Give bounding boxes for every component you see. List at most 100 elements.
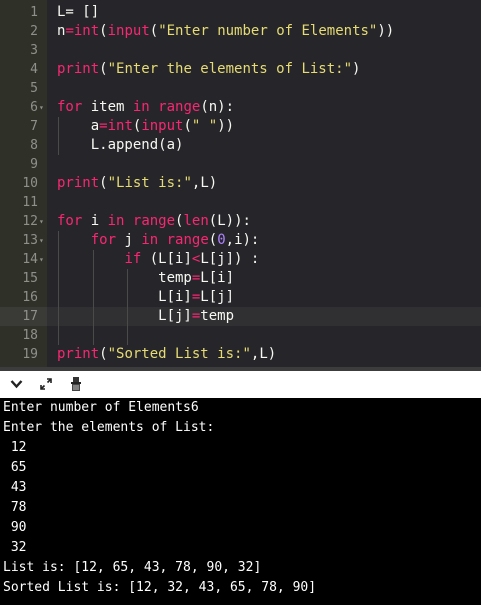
code-text: if (L[i]<L[j]) : — [57, 250, 259, 269]
code-token: item — [82, 99, 133, 115]
line-number: 12 — [22, 214, 38, 229]
line-number: 13 — [22, 233, 38, 248]
code-token: ( — [183, 118, 192, 134]
code-token: )) — [217, 118, 235, 134]
console-line: 65 — [3, 460, 27, 475]
code-token: " " — [191, 118, 218, 134]
line-number: 7 — [30, 119, 38, 134]
code-line[interactable]: 6 ▾ for item in range(n): — [0, 98, 481, 117]
code-token: "List is:" — [107, 175, 192, 191]
code-line[interactable]: 12 ▾ for i in range(len(L)): — [0, 212, 481, 231]
code-text: for i in range(len(L)): — [57, 212, 251, 231]
code-token: (L[i] — [141, 251, 192, 267]
code-text: print("Sorted List is:",L) — [57, 345, 276, 364]
code-text: for item in range(n): — [57, 98, 234, 117]
code-token: = — [99, 118, 108, 134]
code-token: temp — [200, 308, 235, 324]
code-text: print("Enter the elements of List:") — [57, 60, 360, 79]
code-text: L.append(a) — [57, 136, 184, 155]
code-text: n=int(input("Enter number of Elements")) — [57, 22, 394, 41]
code-token: print — [57, 346, 100, 362]
code-token: (L)): — [208, 213, 251, 229]
code-line[interactable]: 13 ▾ for j in range(0,i): — [0, 231, 481, 250]
code-token: ( — [99, 23, 108, 39]
line-number: 2 — [30, 24, 38, 39]
code-line[interactable]: 10 print("List is:",L) — [0, 174, 481, 193]
line-number: 1 — [30, 5, 38, 20]
code-text: L[i]=L[j] — [57, 288, 234, 307]
fold-arrow-icon[interactable]: ▾ — [39, 231, 47, 250]
code-token: in — [141, 232, 159, 248]
line-number: 4 — [30, 62, 38, 77]
code-line[interactable]: 8 L.append(a) — [0, 136, 481, 155]
line-number: 17 — [22, 309, 38, 324]
code-token: print — [57, 61, 100, 77]
console-line: Sorted List is: [12, 32, 43, 65, 78, 90] — [3, 580, 317, 595]
code-token: ,i): — [225, 232, 260, 248]
indent-guide — [58, 117, 59, 155]
code-token: in — [107, 213, 125, 229]
line-number: 8 — [30, 138, 38, 153]
code-token: "Sorted List is:" — [107, 346, 251, 362]
code-token: in — [132, 99, 150, 115]
console-line: List is: [12, 65, 43, 78, 90, 32] — [3, 560, 262, 575]
code-editor[interactable]: 1 L= [] 2 n=int(input("Enter number of Elem… — [0, 0, 481, 371]
code-token: input — [141, 118, 184, 134]
line-number: 19 — [22, 347, 38, 362]
code-token: ,L) — [250, 346, 277, 362]
code-token: L.append(a) — [57, 137, 184, 153]
code-token: (n): — [200, 99, 235, 115]
fold-arrow-icon[interactable]: ▾ — [39, 212, 47, 231]
code-line[interactable]: 17 L[j]=temp — [0, 307, 481, 326]
line-number: 14 — [22, 252, 38, 267]
code-line[interactable]: 4 print("Enter the elements of List:") — [0, 60, 481, 79]
code-line[interactable]: 11 — [0, 193, 481, 212]
code-line[interactable]: 3 — [0, 41, 481, 60]
code-token: len — [183, 213, 209, 229]
code-text: a=int(input(" ")) — [57, 117, 234, 136]
line-number: 6 — [30, 100, 38, 115]
line-number: 18 — [22, 328, 38, 343]
clear-console-icon[interactable] — [67, 371, 85, 397]
chevron-down-icon[interactable] — [8, 371, 24, 397]
code-line[interactable]: 7 a=int(input(" ")) — [0, 117, 481, 136]
line-number: 5 — [30, 81, 38, 96]
code-line[interactable]: 16 L[i]=L[j] — [0, 288, 481, 307]
expand-icon[interactable] — [37, 371, 55, 397]
code-line[interactable]: 9 — [0, 155, 481, 174]
fold-arrow-icon[interactable]: ▾ — [39, 98, 47, 117]
code-token: for — [57, 213, 83, 229]
console-toolbar — [0, 371, 481, 399]
code-token: range — [166, 232, 209, 248]
code-token: L[j] — [57, 308, 192, 324]
console-line: 12 — [3, 440, 27, 455]
code-token: int — [73, 23, 100, 39]
line-number: 3 — [30, 43, 38, 58]
line-number: 10 — [22, 176, 38, 191]
code-line[interactable]: 5 — [0, 79, 481, 98]
code-line[interactable]: 2 n=int(input("Enter number of Elements")… — [0, 22, 481, 41]
code-token: for — [90, 232, 117, 248]
code-line[interactable]: 18 — [0, 326, 481, 345]
code-line[interactable]: 19 print("Sorted List is:",L) — [0, 345, 481, 364]
code-token: ( — [99, 346, 108, 362]
line-number: 16 — [22, 290, 38, 305]
line-number: 11 — [22, 195, 38, 210]
code-token: a — [57, 118, 100, 134]
console-line: 90 — [3, 520, 27, 535]
code-token: ( — [99, 61, 108, 77]
code-token: range — [158, 99, 201, 115]
code-line[interactable]: 15 temp=L[i] — [0, 269, 481, 288]
console-line: 43 — [3, 480, 27, 495]
code-line[interactable]: 1 L= [] — [0, 3, 481, 22]
fold-arrow-icon[interactable]: ▾ — [39, 250, 47, 269]
console-output[interactable]: Enter number of Elements6 Enter the eleme… — [0, 398, 481, 605]
code-line[interactable]: 14 ▾ if (L[i]<L[j]) : — [0, 250, 481, 269]
code-text: temp=L[i] — [57, 269, 234, 288]
code-token: 0 — [217, 232, 226, 248]
code-token: print — [57, 175, 100, 191]
